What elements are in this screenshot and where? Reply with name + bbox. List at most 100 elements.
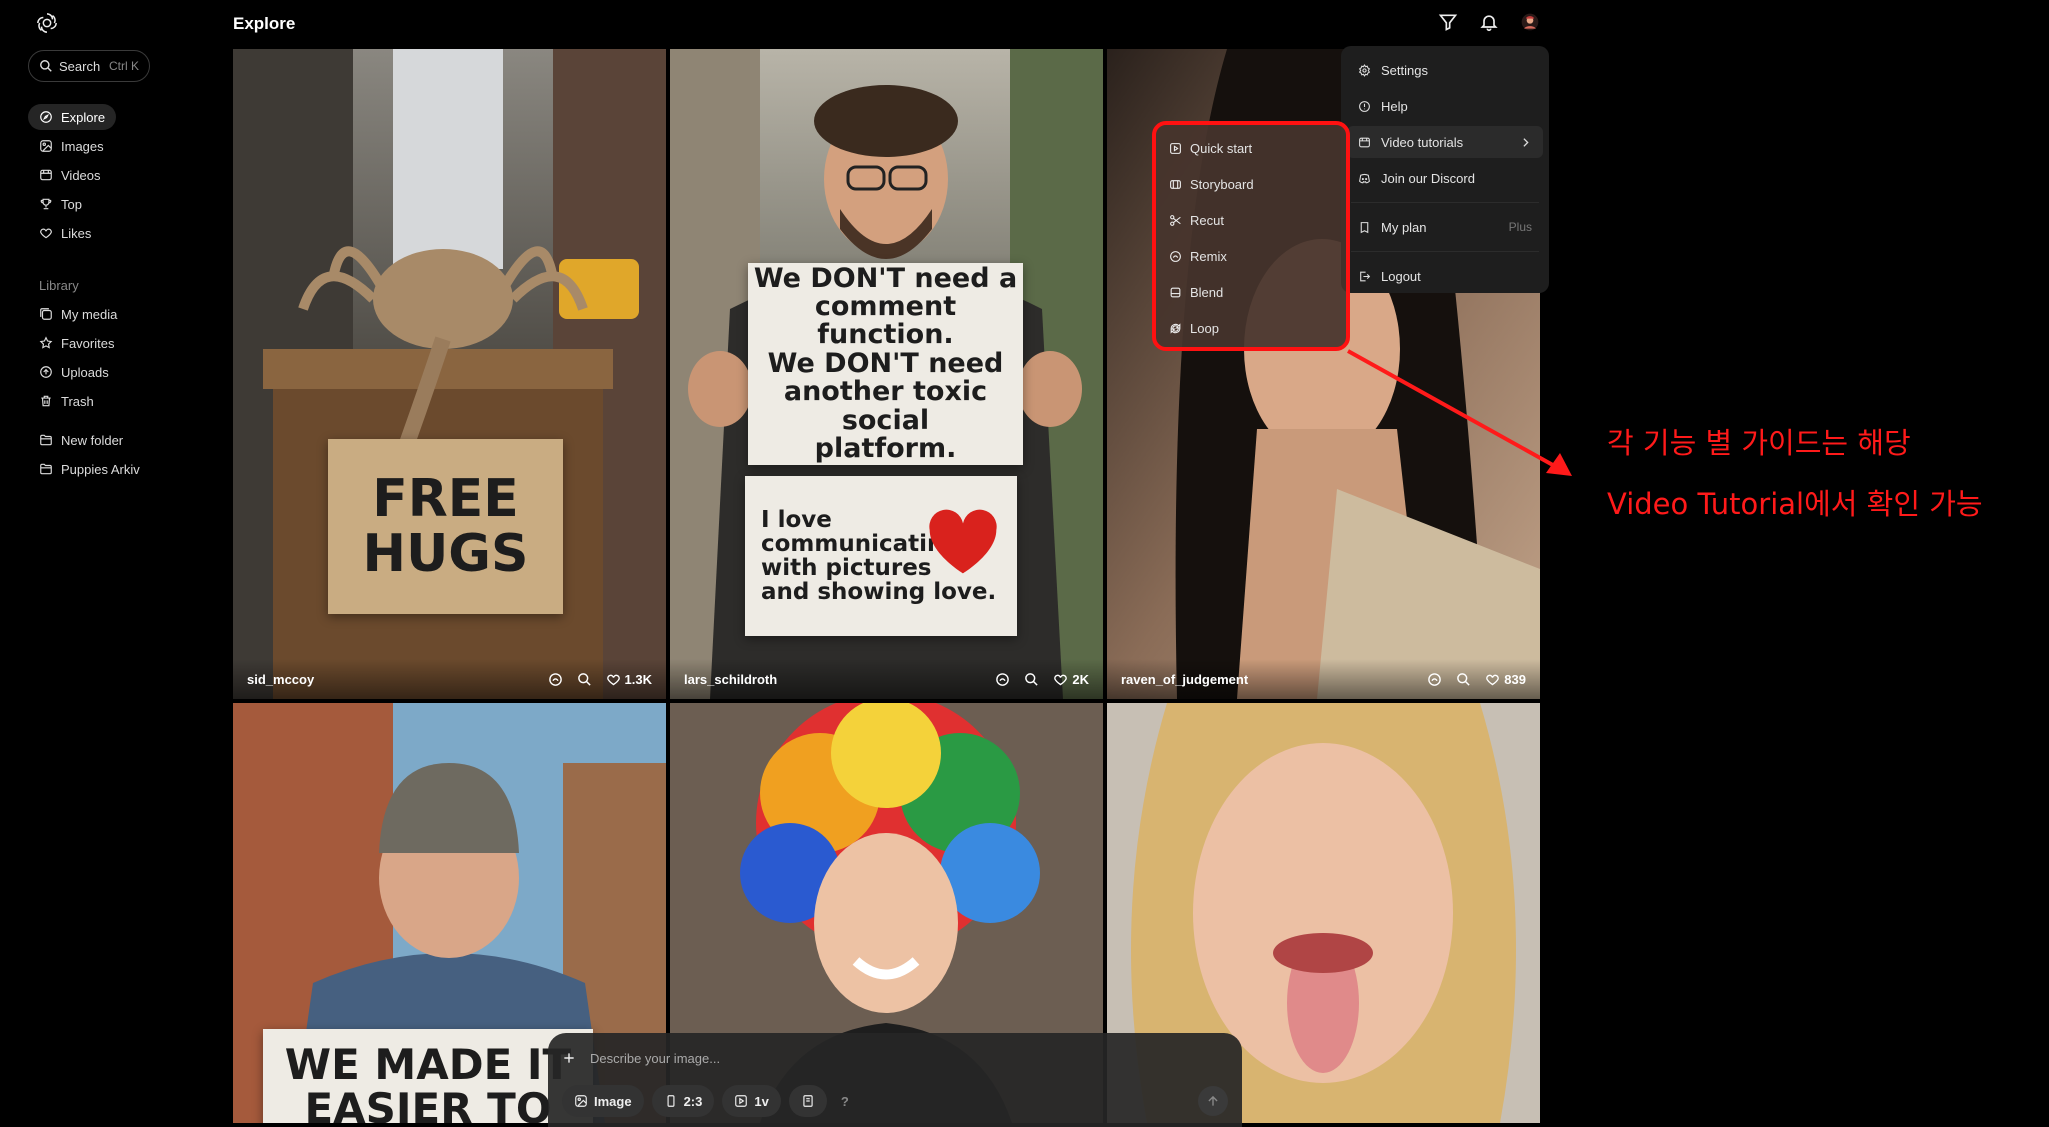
menu-item-settings[interactable]: Settings	[1347, 54, 1543, 86]
search-shortcut: Ctrl K	[109, 59, 139, 73]
nav-item-my-media[interactable]: My media	[28, 301, 128, 327]
card-username[interactable]: lars_schildroth	[684, 672, 777, 687]
nav-item-likes[interactable]: Likes	[28, 220, 102, 246]
gear-icon	[1358, 63, 1371, 77]
search-icon[interactable]	[1024, 672, 1039, 687]
avatar[interactable]	[1520, 12, 1540, 32]
card-sign-bottom: I love communicating with pictures and s…	[745, 476, 1017, 636]
nav-item-label: Top	[61, 196, 82, 212]
presets-button[interactable]	[788, 1085, 827, 1117]
video-icon	[40, 169, 52, 181]
help-button[interactable]: ?	[835, 1085, 855, 1117]
nav-item-label: New folder	[61, 432, 124, 448]
menu-item-discord[interactable]: Join our Discord	[1347, 162, 1543, 194]
nav-item-label: Explore	[61, 109, 106, 125]
filter-icon[interactable]	[1438, 12, 1458, 32]
plus-icon[interactable]	[562, 1051, 576, 1065]
search-label: Search	[59, 58, 101, 74]
primary-nav: Explore Images Videos Top Likes	[28, 104, 218, 249]
search-icon[interactable]	[577, 672, 592, 687]
image-icon	[40, 140, 52, 152]
media-type-button[interactable]: Image	[562, 1085, 644, 1117]
plan-icon	[1360, 221, 1369, 233]
trophy-icon	[40, 198, 52, 210]
like-button[interactable]: 1.3K	[606, 672, 652, 687]
nav-item-label: Uploads	[61, 364, 109, 380]
menu-divider	[1351, 202, 1539, 203]
nav-item-trash[interactable]: Trash	[28, 388, 105, 414]
media-card[interactable]: We DON'T need a comment function. We DON…	[670, 49, 1103, 699]
play-icon	[735, 1095, 748, 1107]
variations-label: 1v	[754, 1093, 769, 1109]
menu-item-my-plan[interactable]: My plan Plus	[1347, 211, 1543, 243]
heart-icon	[1486, 674, 1500, 685]
aspect-ratio-label: 2:3	[683, 1093, 703, 1109]
menu-item-video-tutorials[interactable]: Video tutorials	[1347, 126, 1543, 158]
nav-item-label: Images	[61, 138, 104, 154]
star-icon	[39, 336, 53, 349]
heart-icon	[606, 674, 620, 685]
page-title: Explore	[233, 14, 296, 33]
menu-item-logout[interactable]: Logout	[1347, 260, 1543, 292]
trash-icon	[41, 395, 51, 407]
remix-icon[interactable]	[995, 672, 1010, 687]
library-heading: Library	[39, 278, 79, 293]
image-icon	[575, 1095, 587, 1107]
prompt-composer: Describe your image... Image 2:3 1v ?	[548, 1033, 1242, 1127]
bell-icon[interactable]	[1479, 12, 1499, 32]
arrow-up-icon	[1208, 1095, 1218, 1106]
menu-divider	[1351, 251, 1539, 252]
annotation-text-line1: 각 기능 별 가이드는 해당	[1607, 426, 1911, 460]
menu-item-label: Logout	[1381, 268, 1421, 284]
menu-item-label: Join our Discord	[1381, 170, 1475, 186]
nav-item-explore[interactable]: Explore	[28, 104, 117, 130]
nav-item-top[interactable]: Top	[28, 191, 93, 217]
submit-button[interactable]	[1198, 1086, 1228, 1116]
aspect-ratio-button[interactable]: 2:3	[651, 1085, 715, 1117]
card-sign-top: We DON'T need a comment function. We DON…	[748, 263, 1023, 465]
search-button[interactable]: Search Ctrl K	[28, 50, 150, 82]
compass-icon	[40, 111, 52, 123]
nav-item-label: Videos	[61, 167, 101, 183]
remix-icon[interactable]	[1427, 672, 1442, 687]
card-footer: sid_mccoy 1.3K	[233, 659, 666, 699]
openai-logo-icon[interactable]	[36, 12, 58, 34]
help-icon	[1359, 100, 1370, 112]
like-count: 1.3K	[624, 671, 652, 687]
annotation-arrow-icon	[1347, 349, 1572, 476]
nav-item-uploads[interactable]: Uploads	[28, 359, 120, 385]
media-type-label: Image	[594, 1093, 632, 1109]
nav-item-new-folder[interactable]: New folder	[28, 427, 134, 453]
like-button[interactable]: 839	[1485, 672, 1526, 687]
annotation-text-line2: Video Tutorial에서 확인 가능	[1607, 487, 1983, 521]
heart-icon	[1054, 674, 1068, 685]
menu-item-label: Help	[1381, 98, 1408, 114]
remix-icon[interactable]	[548, 672, 563, 687]
card-username[interactable]: sid_mccoy	[247, 672, 314, 687]
like-button[interactable]: 2K	[1053, 672, 1089, 687]
menu-item-help[interactable]: Help	[1347, 90, 1543, 122]
book-icon	[803, 1095, 813, 1107]
video-icon	[1359, 137, 1370, 147]
library-nav: Library My media Favorites Uploads Trash	[28, 270, 218, 417]
prompt-input[interactable]: Describe your image...	[590, 1051, 720, 1066]
plan-badge: Plus	[1508, 220, 1532, 234]
nav-item-videos[interactable]: Videos	[28, 162, 112, 188]
account-menu: Settings Help Video tutorials Join our D…	[1341, 46, 1549, 293]
menu-item-label: Video tutorials	[1381, 134, 1464, 150]
media-icon	[40, 308, 52, 320]
card-username[interactable]: raven_of_judgement	[1121, 672, 1248, 687]
nav-item-label: Likes	[61, 225, 92, 241]
card-sign: WE MADE IT EASIER TO	[263, 1029, 593, 1123]
logout-icon	[1360, 271, 1371, 281]
variations-button[interactable]: 1v	[722, 1085, 781, 1117]
nav-item-images[interactable]: Images	[28, 133, 115, 159]
nav-item-puppies-arkiv[interactable]: Puppies Arkiv	[28, 456, 151, 482]
menu-item-label: Settings	[1381, 62, 1428, 78]
media-card[interactable]: FREE HUGS sid_mccoy 1.3K	[233, 49, 666, 699]
nav-item-favorites[interactable]: Favorites	[28, 330, 125, 356]
folder-plus-icon	[40, 434, 52, 446]
discord-icon	[1359, 173, 1370, 183]
search-icon[interactable]	[1456, 672, 1471, 687]
upload-icon	[40, 366, 52, 378]
